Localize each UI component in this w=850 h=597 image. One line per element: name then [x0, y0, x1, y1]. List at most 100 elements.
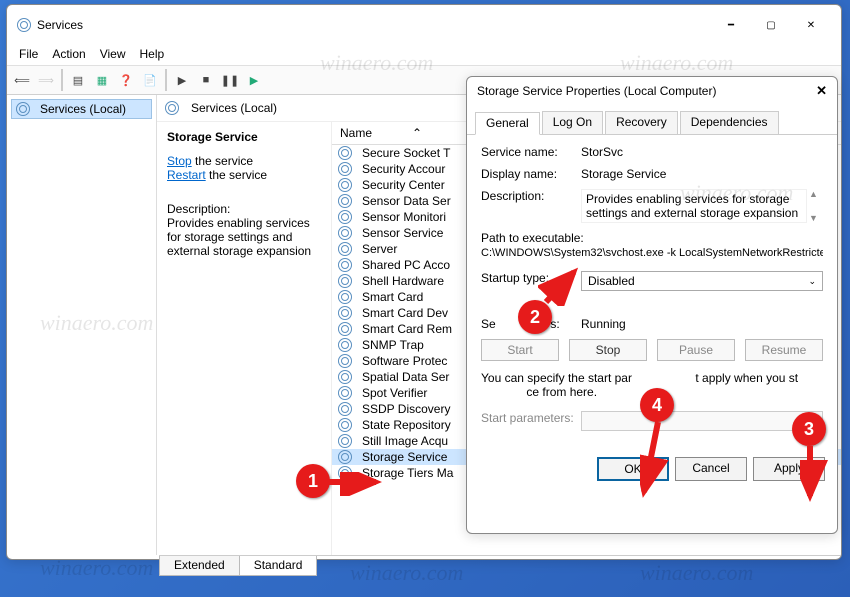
startup-type-select[interactable]: Disabled ⌄ — [581, 271, 823, 291]
menubar: File Action View Help — [7, 45, 841, 65]
ok-button[interactable]: OK — [597, 457, 669, 481]
pause-button[interactable]: Pause — [657, 339, 735, 361]
value-display-name: Storage Service — [581, 167, 823, 181]
tab-dependencies[interactable]: Dependencies — [680, 111, 779, 134]
list-item-label: Secure Socket T — [362, 146, 451, 160]
tab-standard[interactable]: Standard — [239, 556, 318, 576]
startup-value: Disabled — [588, 274, 635, 288]
label-display-name: Display name: — [481, 167, 581, 181]
sort-icon: ⌃ — [412, 126, 422, 140]
scroll-down-icon[interactable]: ▼ — [809, 213, 823, 223]
description-text: Provides enabling services for storage s… — [167, 216, 321, 258]
menu-help[interactable]: Help — [140, 47, 165, 61]
list-item-label: Spatial Data Ser — [362, 370, 449, 384]
stop-link[interactable]: Stop — [167, 154, 192, 168]
gear-icon — [338, 258, 352, 272]
tab-extended[interactable]: Extended — [159, 556, 240, 576]
maximize-button[interactable]: ▢ — [751, 11, 791, 39]
tree-pane: Services (Local) — [7, 95, 157, 555]
start-parameters-input[interactable] — [581, 411, 823, 431]
menu-view[interactable]: View — [100, 47, 126, 61]
gear-icon — [338, 210, 352, 224]
gear-icon — [165, 101, 179, 115]
start-button[interactable]: Start — [481, 339, 559, 361]
play-button[interactable]: ▶ — [171, 69, 193, 91]
gear-icon — [338, 162, 352, 176]
restart-link[interactable]: Restart — [167, 168, 206, 182]
menu-action[interactable]: Action — [52, 47, 85, 61]
list-item-label: Smart Card Rem — [362, 322, 452, 336]
list-item-label: SSDP Discovery — [362, 402, 450, 416]
value-service-name: StorSvc — [581, 145, 823, 159]
list-item-label: Spot Verifier — [362, 386, 427, 400]
gear-icon — [338, 354, 352, 368]
back-button[interactable]: ⟸ — [11, 69, 33, 91]
col-name: Name — [340, 126, 372, 140]
gear-icon — [338, 242, 352, 256]
gear-icon — [338, 322, 352, 336]
forward-button[interactable]: ⟹ — [35, 69, 57, 91]
gear-icon — [338, 146, 352, 160]
list-item-label: SNMP Trap — [362, 338, 424, 352]
tree-root[interactable]: Services (Local) — [11, 99, 152, 119]
gear-icon — [338, 450, 352, 464]
callout-1: 1 — [296, 464, 330, 498]
gear-icon — [338, 338, 352, 352]
cancel-button[interactable]: Cancel — [675, 457, 747, 481]
apply-button[interactable]: Apply — [753, 457, 825, 481]
list-item-label: Storage Tiers Ma — [362, 466, 453, 480]
gear-icon — [338, 306, 352, 320]
stop-button[interactable]: ■ — [195, 69, 217, 91]
toolbar-button[interactable]: ▤ — [67, 69, 89, 91]
tab-recovery[interactable]: Recovery — [605, 111, 678, 134]
close-button[interactable]: ✕ — [791, 11, 831, 39]
callout-4: 4 — [640, 388, 674, 422]
list-item-label: Storage Service — [362, 450, 447, 464]
menu-file[interactable]: File — [19, 47, 38, 61]
titlebar[interactable]: Services ━ ▢ ✕ — [7, 5, 841, 45]
dialog-close-button[interactable]: ✕ — [816, 83, 827, 99]
value-path: C:\WINDOWS\System32\svchost.exe -k Local… — [481, 247, 823, 259]
callout-2: 2 — [518, 300, 552, 334]
list-item-label: State Repository — [362, 418, 451, 432]
gear-icon — [16, 102, 30, 116]
scroll-up-icon[interactable]: ▲ — [809, 189, 823, 199]
list-item-label: Sensor Data Ser — [362, 194, 451, 208]
resume-button[interactable]: Resume — [745, 339, 823, 361]
dialog-title: Storage Service Properties (Local Comput… — [477, 84, 816, 98]
stop-button[interactable]: Stop — [569, 339, 647, 361]
toolbar-button[interactable]: ❓ — [115, 69, 137, 91]
list-item-label: Security Accour — [362, 162, 445, 176]
pause-button[interactable]: ❚❚ — [219, 69, 241, 91]
label-params: Start parameters: — [481, 411, 581, 431]
bottom-tabs: Extended Standard — [159, 555, 841, 578]
main-header-text: Services (Local) — [191, 101, 277, 115]
description-label: Description: — [167, 202, 321, 216]
gear-icon — [338, 274, 352, 288]
gear-icon — [338, 434, 352, 448]
list-item-label: Shared PC Acco — [362, 258, 450, 272]
gear-icon — [338, 290, 352, 304]
toolbar-button[interactable]: 📄 — [139, 69, 161, 91]
list-item-label: Sensor Monitori — [362, 210, 446, 224]
list-item-label: Server — [362, 242, 397, 256]
chevron-down-icon: ⌄ — [808, 276, 816, 287]
value-status: Running — [581, 317, 823, 331]
toolbar-button[interactable]: ▦ — [91, 69, 113, 91]
gear-icon — [338, 402, 352, 416]
list-item-label: Still Image Acqu — [362, 434, 448, 448]
gear-icon — [338, 226, 352, 240]
tab-logon[interactable]: Log On — [542, 111, 603, 134]
gear-icon — [338, 194, 352, 208]
gear-icon — [338, 418, 352, 432]
restart-button[interactable]: ▶ — [243, 69, 265, 91]
tab-general[interactable]: General — [475, 112, 540, 135]
minimize-button[interactable]: ━ — [711, 11, 751, 39]
gear-icon — [17, 18, 31, 32]
list-item-label: Sensor Service — [362, 226, 443, 240]
dialog-titlebar[interactable]: Storage Service Properties (Local Comput… — [467, 77, 837, 105]
list-item-label: Security Center — [362, 178, 445, 192]
list-item-label: Software Protec — [362, 354, 447, 368]
selected-service-name: Storage Service — [167, 130, 321, 144]
gear-icon — [338, 386, 352, 400]
